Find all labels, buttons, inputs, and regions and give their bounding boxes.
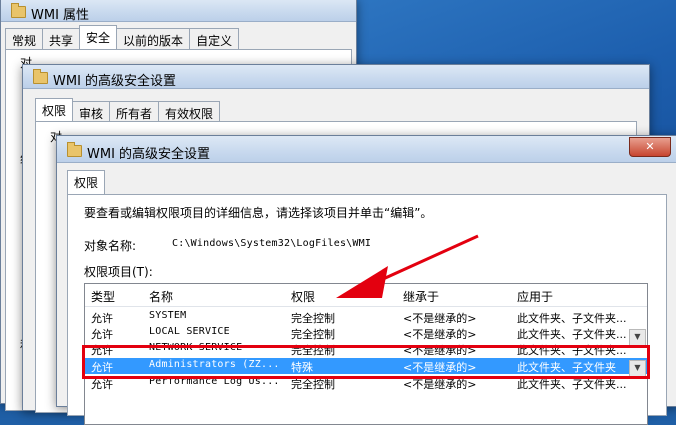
object-name-value: C:\Windows\System32\LogFiles\WMI (172, 238, 372, 249)
cell-permission: 完全控制 (291, 328, 335, 341)
folder-icon (33, 69, 48, 84)
title-bar: WMI 的高级安全设置 ✕ (57, 136, 676, 163)
cell-applies-to: 此文件夹、子文件夹... (517, 328, 627, 341)
cell-name: SYSTEM (149, 310, 187, 321)
list-header: 类型 名称 权限 继承于 应用于 (85, 284, 647, 307)
permissions-panel: 要查看或编辑权限项目的详细信息，请选择该项目并单击“编辑”。 对象名称: C:\… (67, 194, 667, 425)
column-header-name[interactable]: 名称 (149, 288, 173, 305)
column-header-permission[interactable]: 权限 (291, 288, 315, 305)
cell-applies-to: 此文件夹、子文件夹... (517, 312, 627, 325)
scroll-down-arrow[interactable]: ▼ (629, 329, 646, 346)
folder-icon (67, 142, 82, 157)
window-title: WMI 的高级安全设置 (53, 74, 177, 89)
highlight-box (82, 345, 650, 379)
cell-inherited-from: <不是继承的> (403, 312, 477, 325)
cell-inherited-from: <不是继承的> (403, 328, 477, 341)
cell-permission: 完全控制 (291, 312, 335, 325)
cell-type: 允许 (91, 312, 113, 325)
cell-type: 允许 (91, 328, 113, 341)
window-title: WMI 的高级安全设置 (87, 147, 211, 162)
window-title: WMI 属性 (31, 8, 90, 23)
table-row[interactable]: 允许 LOCAL SERVICE 完全控制 <不是继承的> 此文件夹、子文件夹.… (85, 325, 647, 341)
tab-permissions[interactable]: 权限 (67, 170, 106, 197)
object-name-label: 对象名称: (84, 239, 137, 253)
cell-name: LOCAL SERVICE (149, 326, 230, 337)
permission-entries-label: 权限项目(T): (84, 265, 153, 279)
column-header-inherited-from[interactable]: 继承于 (403, 288, 439, 305)
column-header-type[interactable]: 类型 (91, 288, 115, 305)
title-bar: WMI 的高级安全设置 (23, 65, 649, 89)
column-header-applies-to[interactable]: 应用于 (517, 288, 553, 305)
table-row[interactable]: 允许 SYSTEM 完全控制 <不是继承的> 此文件夹、子文件夹... (85, 309, 647, 325)
title-bar: WMI 属性 (1, 0, 356, 23)
instruction-text: 要查看或编辑权限项目的详细信息，请选择该项目并单击“编辑”。 (84, 206, 433, 220)
folder-icon (11, 3, 26, 18)
close-button[interactable]: ✕ (629, 137, 671, 157)
